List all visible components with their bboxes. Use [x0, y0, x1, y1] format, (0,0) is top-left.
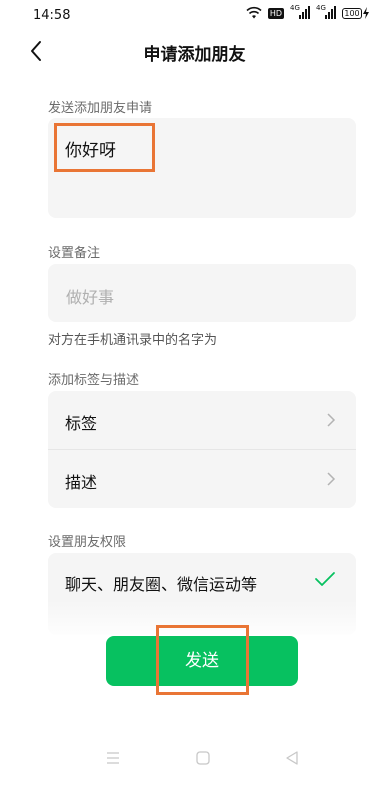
tags-row[interactable]: 标签: [48, 391, 356, 450]
remark-placeholder: 做好事: [66, 288, 115, 307]
signal-icon-2: 4G: [316, 4, 336, 20]
status-icons: HD 4G 4G 100: [246, 4, 370, 20]
status-time: 14:58: [33, 8, 71, 23]
charging-icon: [363, 7, 369, 19]
request-section-label: 发送添加朋友申请: [48, 101, 153, 116]
battery-level: 100: [342, 7, 362, 19]
permission-option-label: 聊天、朋友圈、微信运动等: [65, 575, 258, 594]
chevron-right-icon: [327, 413, 336, 427]
remark-section-label: 设置备注: [48, 246, 101, 261]
tags-row-label: 标签: [65, 414, 98, 433]
status-bar: 14:58 HD 4G 4G 100: [0, 0, 389, 30]
remark-input[interactable]: 做好事: [48, 264, 356, 322]
hd-badge: HD: [267, 7, 284, 19]
header: 申请添加朋友: [0, 30, 389, 72]
chevron-right-icon: [327, 472, 336, 486]
back-triangle-icon[interactable]: [284, 748, 300, 768]
wifi-icon: [246, 6, 262, 19]
home-icon[interactable]: [195, 748, 211, 768]
tags-section-label: 添加标签与描述: [48, 373, 140, 388]
menu-icon[interactable]: [105, 748, 121, 768]
permission-section-label: 设置朋友权限: [48, 535, 127, 550]
signal-icon-1: 4G: [290, 4, 310, 20]
description-row[interactable]: 描述: [48, 450, 356, 508]
description-row-label: 描述: [65, 473, 98, 492]
request-message-input[interactable]: 你好呀: [48, 118, 356, 218]
scroll-fade: [0, 600, 389, 640]
tags-card: 标签 描述: [48, 391, 356, 508]
request-message-text: 你好呀: [65, 141, 116, 161]
send-button[interactable]: 发送: [106, 636, 298, 686]
page-title: 申请添加朋友: [143, 45, 246, 65]
battery-icon: 100: [342, 7, 370, 19]
system-nav-bar: [0, 740, 389, 780]
checkmark-icon: [315, 572, 335, 586]
remark-note: 对方在手机通讯录中的名字为: [48, 333, 218, 348]
